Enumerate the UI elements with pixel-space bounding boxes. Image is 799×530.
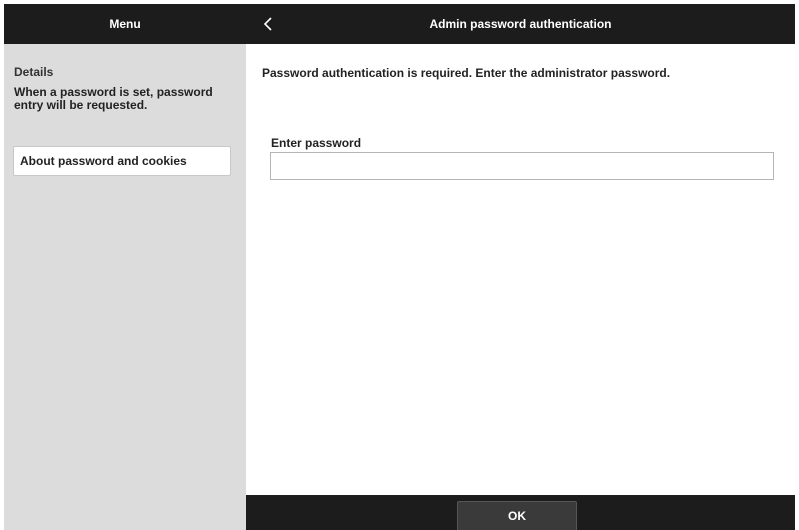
- password-input[interactable]: [270, 152, 774, 180]
- chevron-left-icon: [263, 17, 272, 31]
- instruction-text: Password authentication is required. Ent…: [262, 66, 671, 80]
- sidebar-header: Menu: [4, 4, 246, 44]
- ok-button-label: OK: [508, 509, 526, 523]
- sidebar: Menu Details When a password is set, pas…: [4, 4, 246, 530]
- about-password-cookies-link[interactable]: About password and cookies: [13, 146, 231, 176]
- about-link-label: About password and cookies: [20, 154, 187, 168]
- details-text: When a password is set, password entry w…: [14, 85, 213, 112]
- back-button[interactable]: [254, 8, 282, 40]
- footer-bar: OK: [246, 495, 795, 530]
- ok-button[interactable]: OK: [457, 501, 577, 530]
- app-window: Menu Details When a password is set, pas…: [4, 4, 795, 530]
- details-heading: Details: [14, 65, 54, 79]
- main-header: Admin password authentication: [246, 4, 795, 44]
- password-label: Enter password: [271, 136, 362, 150]
- main-panel: Admin password authentication Password a…: [246, 4, 795, 530]
- page-title: Admin password authentication: [429, 17, 612, 31]
- menu-title: Menu: [109, 17, 141, 31]
